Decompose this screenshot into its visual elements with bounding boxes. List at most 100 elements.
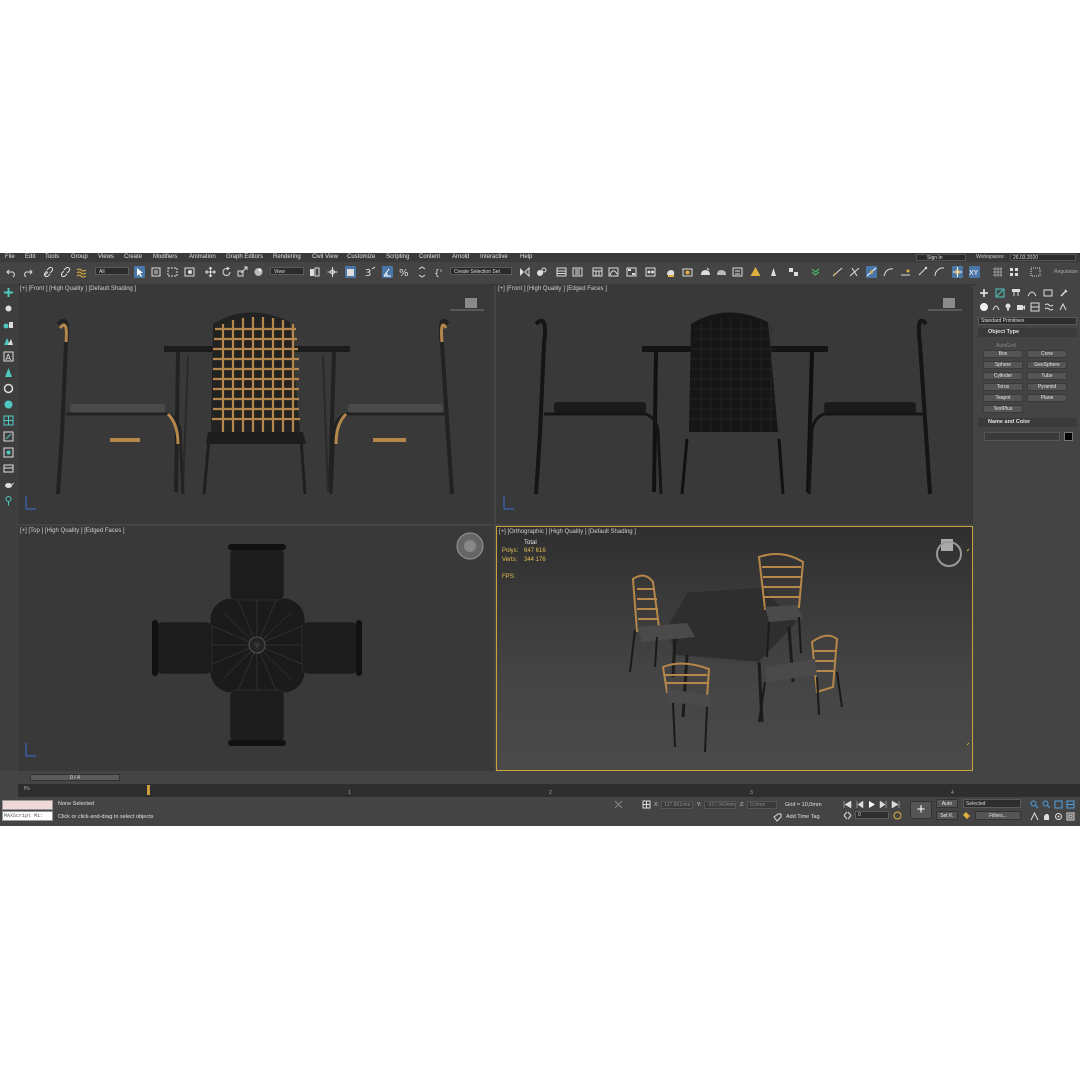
collapse-toolbar-icon[interactable] <box>810 266 821 278</box>
select-object-icon[interactable] <box>134 266 145 278</box>
create-icon[interactable] <box>3 287 14 298</box>
modify-tab-icon[interactable] <box>995 288 1005 298</box>
named-selection-dropdown[interactable]: Create Selection Set <box>450 267 512 275</box>
ribbon-icon[interactable] <box>592 266 603 278</box>
render-iterative-icon[interactable] <box>716 266 727 278</box>
create-tab-icon[interactable] <box>979 288 989 298</box>
menu-interactive[interactable]: Interactive <box>480 254 508 260</box>
key-filters-icon[interactable] <box>962 811 971 820</box>
orbit-icon[interactable] <box>1054 812 1063 821</box>
prev-frame-icon[interactable] <box>855 800 864 809</box>
object-color-swatch[interactable] <box>1064 432 1073 441</box>
menu-graph-editors[interactable]: Graph Editors <box>226 254 263 260</box>
x-coord-field[interactable]: 137,861mm <box>661 801 693 809</box>
menu-edit[interactable]: Edit <box>25 254 35 260</box>
viewport-label[interactable]: [+] [Front ] [High Quality ] [Edged Face… <box>498 286 607 292</box>
add-time-tag[interactable]: Add Time Tag <box>786 814 820 820</box>
curve-editor-icon[interactable] <box>608 266 619 278</box>
render-icon[interactable] <box>700 266 711 278</box>
menu-help[interactable]: Help <box>520 254 532 260</box>
layer-icon[interactable] <box>556 266 567 278</box>
menu-group[interactable]: Group <box>71 254 88 260</box>
move-icon[interactable] <box>205 266 216 278</box>
object-type-rollout[interactable]: Object Type <box>978 328 1077 337</box>
placement-icon[interactable] <box>253 266 264 278</box>
rotate-icon[interactable] <box>221 266 232 278</box>
time-tag-icon[interactable] <box>773 813 782 822</box>
rect-region-icon[interactable] <box>167 266 178 278</box>
track-filter-button[interactable]: f% <box>24 786 30 792</box>
menu-scripting[interactable]: Scripting <box>386 254 409 260</box>
maxscript-mini-listener[interactable]: MAXScript Mi: <box>2 811 53 821</box>
geometry-category-icon[interactable] <box>979 302 989 312</box>
menu-views[interactable]: Views <box>98 254 114 260</box>
mirror-icon[interactable] <box>519 266 530 278</box>
torus-button[interactable]: Torus <box>983 383 1023 391</box>
y-coord-field[interactable]: -317,043mm <box>704 801 736 809</box>
arc-snap-icon[interactable] <box>934 266 945 278</box>
current-frame-marker[interactable] <box>147 785 150 795</box>
shapes-category-icon[interactable] <box>991 302 1001 312</box>
current-frame-field[interactable]: 0 <box>855 811 889 819</box>
motion-tab-icon[interactable] <box>1027 288 1037 298</box>
snap-icon[interactable]: 3 <box>365 266 376 278</box>
viewport-top[interactable]: [+] [Top ] [High Quality ] [Edged Faces … <box>18 526 494 771</box>
set-key-big-button[interactable]: + <box>910 801 932 819</box>
geometry-icon[interactable] <box>3 335 14 346</box>
pyramid-button[interactable]: Pyramid <box>1027 383 1067 391</box>
vertex-snap-icon[interactable] <box>866 266 877 278</box>
viewport-orthographic[interactable]: [+] [Orthographic ] [High Quality ] [Def… <box>496 526 973 771</box>
isolate-selection-icon[interactable] <box>614 800 623 809</box>
menu-modifiers[interactable]: Modifiers <box>153 254 177 260</box>
viewport-label[interactable]: [+] [Orthographic ] [High Quality ] [Def… <box>499 529 636 535</box>
time-config-icon[interactable] <box>893 811 902 820</box>
menu-create[interactable]: Create <box>124 254 142 260</box>
menu-file[interactable]: File <box>5 254 15 260</box>
zoom-icon[interactable] <box>1030 800 1039 809</box>
teapot-icon[interactable] <box>3 479 14 490</box>
z-coord-field[interactable]: 0,0mm <box>747 801 777 809</box>
curve-snap-icon[interactable] <box>883 266 894 278</box>
material-editor-icon[interactable] <box>645 266 656 278</box>
autogrid-checkbox[interactable]: AutoGrid <box>996 343 1016 349</box>
textplus-button[interactable]: TextPlus <box>983 405 1023 413</box>
menu-content[interactable]: Content <box>419 254 440 260</box>
maximize-viewport-icon[interactable] <box>1066 812 1075 821</box>
angle-snap-icon[interactable] <box>382 266 393 278</box>
utilities-icon[interactable] <box>3 495 14 506</box>
pan-icon[interactable] <box>1042 812 1051 821</box>
schematic-icon[interactable] <box>626 266 637 278</box>
cone-button[interactable]: Cone <box>1027 350 1067 358</box>
snap-xy-icon[interactable]: XY <box>969 266 980 278</box>
teapot-button[interactable]: Teapot <box>983 394 1023 402</box>
edge-snap-icon[interactable] <box>849 266 860 278</box>
cone-icon[interactable] <box>3 367 14 378</box>
name-and-color-rollout[interactable]: Name and Color <box>978 418 1077 427</box>
grid-icon[interactable] <box>992 266 1003 278</box>
menu-civil-view[interactable]: Civil View <box>312 254 338 260</box>
workspace-select[interactable]: 26.03.2020 <box>1010 254 1076 261</box>
ring-icon[interactable] <box>3 383 14 394</box>
zoom-extents-icon[interactable] <box>1054 800 1063 809</box>
clone-icon[interactable] <box>1030 266 1041 278</box>
geosphere-button[interactable]: GeoSphere <box>1027 361 1067 369</box>
text-icon[interactable]: A <box>3 351 14 362</box>
scene-explorer-icon[interactable] <box>572 266 583 278</box>
systems-category-icon[interactable] <box>1058 302 1068 312</box>
cameras-category-icon[interactable] <box>1016 302 1026 312</box>
menu-tools[interactable]: Tools <box>45 254 59 260</box>
sphere-button[interactable]: Sphere <box>983 361 1023 369</box>
menu-customize[interactable]: Customize <box>347 254 375 260</box>
hierarchy-tab-icon[interactable] <box>1011 288 1021 298</box>
filters-button[interactable]: Filters... <box>975 811 1021 820</box>
align-icon[interactable] <box>536 266 547 278</box>
render-setup-icon[interactable] <box>665 266 676 278</box>
shapes-icon[interactable] <box>3 319 14 330</box>
undo-icon[interactable] <box>6 266 17 278</box>
maxscript-listener-input[interactable] <box>2 800 53 810</box>
viewport-label[interactable]: [+] [Top ] [High Quality ] [Edged Faces … <box>20 528 125 534</box>
zoom-extents-all-icon[interactable] <box>1066 800 1075 809</box>
utilities-tab-icon[interactable] <box>1059 288 1069 298</box>
redo-icon[interactable] <box>22 266 33 278</box>
sphere-icon[interactable] <box>3 399 14 410</box>
